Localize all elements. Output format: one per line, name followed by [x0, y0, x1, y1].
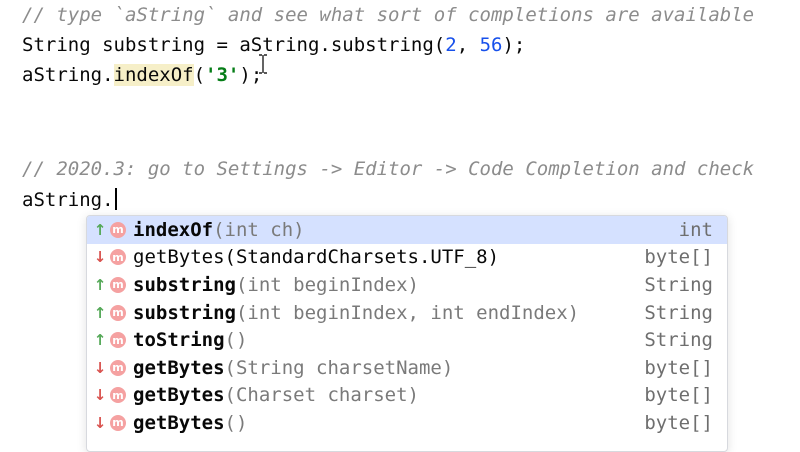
- completion-return-type: String: [644, 301, 713, 324]
- arrow-down-icon: ↓: [93, 413, 107, 432]
- code-line-indexof[interactable]: aString.indexOf('3');: [22, 62, 262, 88]
- completion-params: (Charset charset): [224, 384, 419, 407]
- text-cursor-icon: [259, 54, 267, 74]
- completion-method-name: indexOf: [133, 218, 214, 241]
- code-text: );: [502, 34, 526, 56]
- completion-signature: getBytes(String charsetName): [133, 357, 453, 379]
- completion-signature: toString(): [133, 329, 247, 351]
- completion-item[interactable]: ↑ m substring(int beginIndex) String: [87, 271, 727, 299]
- completion-params: (int beginIndex): [235, 273, 419, 296]
- completion-method-name: getBytes: [133, 384, 225, 407]
- completion-method-name: substring: [133, 273, 236, 296]
- completion-signature: getBytes(Charset charset): [133, 384, 419, 406]
- method-icon: m: [110, 414, 126, 431]
- completion-return-type: String: [644, 329, 713, 352]
- code-text: aString.: [22, 64, 114, 86]
- text-caret: [114, 188, 117, 210]
- completion-popup[interactable]: ↑ m indexOf(int ch) int ↓ m getBytes(StandardC…: [86, 215, 728, 452]
- method-icon: m: [110, 304, 126, 321]
- arrow-up-icon: ↑: [93, 303, 107, 322]
- method-icon: m: [110, 221, 126, 238]
- code-text: String substring = aString.substring(: [22, 34, 446, 56]
- completion-method-name: getBytes: [133, 246, 225, 269]
- method-icon: m: [110, 276, 126, 293]
- completion-method-name: toString: [133, 329, 225, 352]
- completion-return-type: byte[]: [644, 246, 713, 269]
- completion-signature: getBytes(StandardCharsets.UTF_8): [133, 246, 499, 268]
- code-line-substring[interactable]: String substring = aString.substring(2, …: [22, 32, 525, 58]
- highlighted-method: indexOf: [113, 64, 194, 86]
- code-text: aString.: [22, 189, 114, 211]
- completion-params: (): [224, 329, 248, 352]
- completion-signature: getBytes(): [133, 412, 247, 434]
- completion-params: (int ch): [213, 218, 305, 241]
- completion-return-type: String: [644, 273, 713, 296]
- method-icon: m: [110, 359, 126, 376]
- arrow-up-icon: ↑: [93, 220, 107, 239]
- completion-signature: substring(int beginIndex, int endIndex): [133, 302, 579, 324]
- completion-return-type: byte[]: [644, 356, 713, 379]
- arrow-up-icon: ↑: [93, 275, 107, 294]
- completion-params: (): [224, 411, 248, 434]
- char-literal: '3': [205, 64, 240, 86]
- method-icon: m: [110, 332, 126, 349]
- completion-item[interactable]: ↓ m getBytes(String charsetName) byte[]: [87, 354, 727, 382]
- code-line-current[interactable]: aString.: [22, 187, 117, 213]
- completion-method-name: getBytes: [133, 356, 225, 379]
- completion-return-type: int: [678, 218, 713, 241]
- completion-item[interactable]: ↓ m getBytes(Charset charset) byte[]: [87, 382, 727, 410]
- method-icon: m: [110, 249, 126, 266]
- completion-return-type: byte[]: [644, 411, 713, 434]
- completion-signature: substring(int beginIndex): [133, 274, 419, 296]
- completion-params: (StandardCharsets.UTF_8): [224, 246, 500, 269]
- code-line-comment-2: // 2020.3: go to Settings -> Editor -> C…: [22, 158, 755, 180]
- code-line-comment-1: // type `aString` and see what sort of c…: [22, 4, 755, 26]
- completion-method-name: substring: [133, 301, 236, 324]
- arrow-down-icon: ↓: [93, 358, 107, 377]
- completion-method-name: getBytes: [133, 411, 225, 434]
- arrow-down-icon: ↓: [93, 386, 107, 405]
- arrow-up-icon: ↑: [93, 331, 107, 350]
- method-icon: m: [110, 387, 126, 404]
- completion-item[interactable]: ↑ m toString() String: [87, 326, 727, 354]
- completion-item[interactable]: ↓ m getBytes(StandardCharsets.UTF_8) byte[]: [87, 244, 727, 272]
- completion-item[interactable]: ↓ m getBytes() byte[]: [87, 409, 727, 437]
- code-text: (: [193, 64, 206, 86]
- completion-signature: indexOf(int ch): [133, 219, 305, 241]
- code-text: ,: [456, 34, 480, 56]
- number-literal: 56: [479, 34, 503, 56]
- completion-item[interactable]: ↑ m indexOf(int ch) int: [87, 216, 727, 244]
- completion-params: (String charsetName): [224, 356, 454, 379]
- arrow-down-icon: ↓: [93, 248, 107, 267]
- completion-params: (int beginIndex, int endIndex): [235, 301, 580, 324]
- number-literal: 2: [445, 34, 457, 56]
- completion-return-type: byte[]: [644, 384, 713, 407]
- completion-item[interactable]: ↑ m substring(int beginIndex, int endIndex…: [87, 299, 727, 327]
